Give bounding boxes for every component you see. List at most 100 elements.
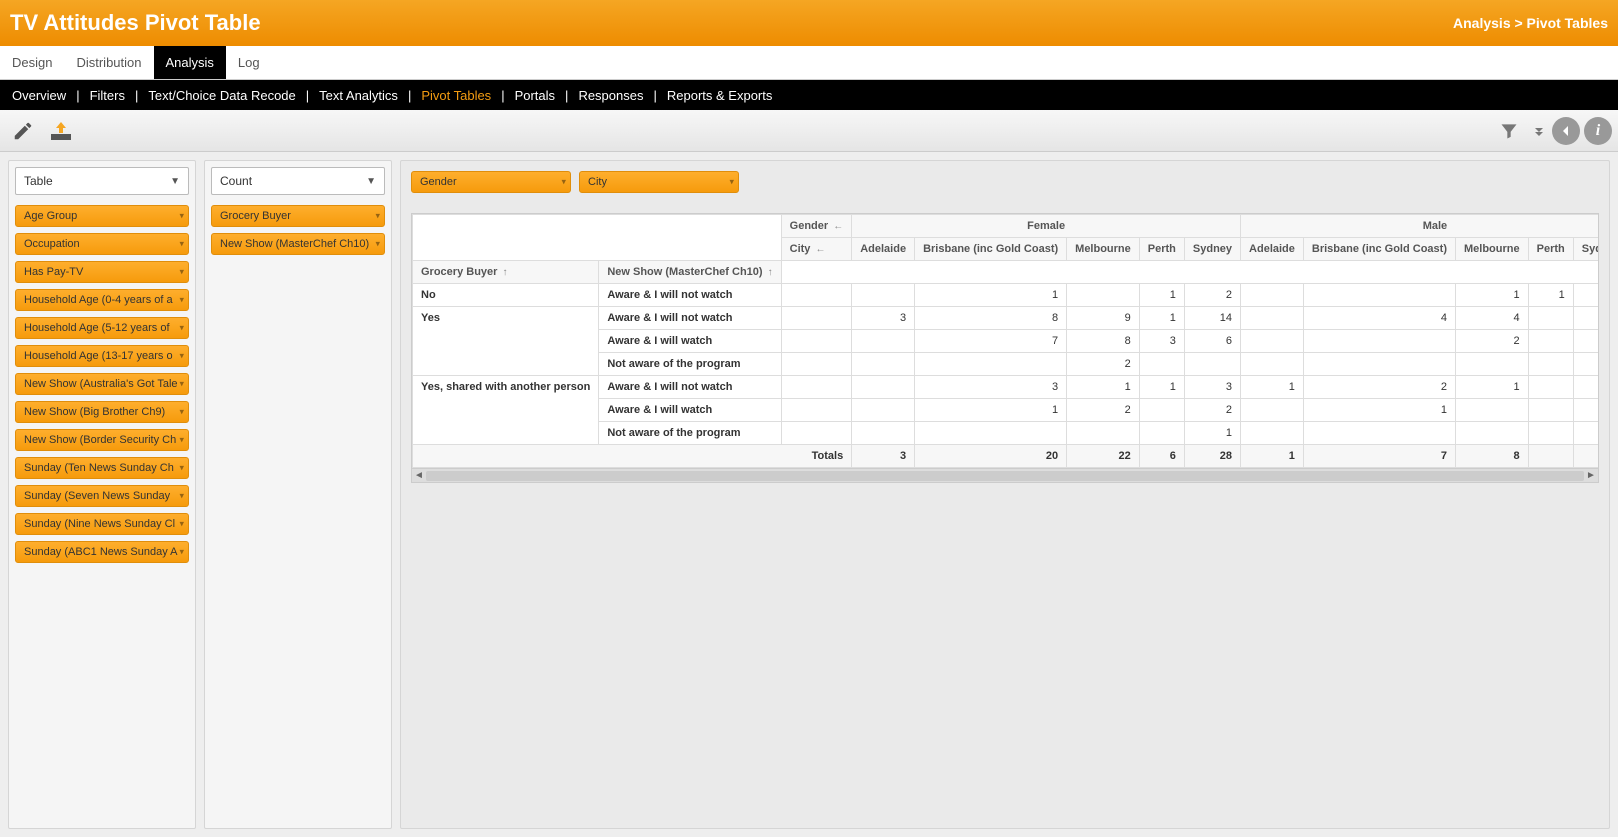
field-pill-row-0[interactable]: Grocery Buyer▾ (211, 205, 385, 227)
toolbar: i (0, 110, 1618, 152)
row-dim-grocery[interactable]: Grocery Buyer ↑ (413, 261, 599, 284)
data-cell (1303, 284, 1455, 307)
data-cell: 2 (1184, 399, 1240, 422)
data-cell (1139, 399, 1184, 422)
show-cell: Aware & I will not watch (599, 307, 781, 330)
subnav-responses[interactable]: Responses (574, 88, 647, 103)
field-pill-label: City (588, 176, 607, 188)
subnav-pivot-tables[interactable]: Pivot Tables (417, 88, 495, 103)
field-pill-label: Grocery Buyer (220, 210, 291, 222)
col-dim-city[interactable]: City ← (781, 238, 852, 261)
top-tab-design[interactable]: Design (0, 46, 64, 79)
gender-header[interactable]: Male (1241, 215, 1599, 238)
scroll-right-icon[interactable]: ► (1584, 470, 1598, 481)
chevron-down-icon: ▾ (375, 239, 380, 250)
city-header[interactable]: Brisbane (inc Gold Coast) (915, 238, 1067, 261)
field-pill-avail-11[interactable]: Sunday (Nine News Sunday Cl▾ (15, 513, 189, 535)
subnav-filters[interactable]: Filters (86, 88, 129, 103)
city-header[interactable]: Melbourne (1067, 238, 1140, 261)
data-cell (1528, 307, 1573, 330)
data-cell (1139, 353, 1184, 376)
edit-icon[interactable] (6, 114, 40, 148)
view-mode-select[interactable]: Table ▼ (15, 167, 189, 195)
horizontal-scrollbar[interactable]: ◄ ► (411, 469, 1599, 483)
data-cell: 3 (1184, 376, 1240, 399)
field-pill-label: Sunday (Nine News Sunday Cl (24, 518, 175, 530)
data-cell (852, 353, 915, 376)
field-pill-row-1[interactable]: New Show (MasterChef Ch10)▾ (211, 233, 385, 255)
city-header[interactable]: Brisbane (inc Gold Coast) (1303, 238, 1455, 261)
col-total: 28 (1184, 445, 1240, 468)
chevron-down-icon: ▾ (729, 177, 734, 188)
measure-select[interactable]: Count ▼ (211, 167, 385, 195)
city-header[interactable]: Sydney (1573, 238, 1599, 261)
data-cell: 1 (1455, 376, 1528, 399)
grocery-cell: Yes, shared with another person (413, 376, 599, 445)
data-cell: 1 (1139, 307, 1184, 330)
page-title: TV Attitudes Pivot Table (10, 10, 261, 36)
top-tab-log[interactable]: Log (226, 46, 272, 79)
field-pill-avail-3[interactable]: Household Age (0-4 years of a ▾ (15, 289, 189, 311)
scroll-left-icon[interactable]: ◄ (412, 470, 426, 481)
field-pill-avail-9[interactable]: Sunday (Ten News Sunday Ch▾ (15, 457, 189, 479)
data-cell: 1 (1241, 376, 1304, 399)
chevron-down-icon: ▾ (179, 239, 184, 250)
chevron-down-icon: ▾ (179, 407, 184, 418)
subnav-overview[interactable]: Overview (8, 88, 70, 103)
city-header[interactable]: Sydney (1184, 238, 1240, 261)
top-tab-distribution[interactable]: Distribution (64, 46, 153, 79)
info-icon[interactable]: i (1584, 117, 1612, 145)
field-pill-avail-1[interactable]: Occupation▾ (15, 233, 189, 255)
data-cell (1528, 353, 1573, 376)
col-total: 20 (915, 445, 1067, 468)
field-pill-avail-2[interactable]: Has Pay-TV▾ (15, 261, 189, 283)
subnav-reports-exports[interactable]: Reports & Exports (663, 88, 777, 103)
field-pill-avail-8[interactable]: New Show (Border Security Ch▾ (15, 429, 189, 451)
field-pill-avail-4[interactable]: Household Age (5-12 years of▾ (15, 317, 189, 339)
filter-icon[interactable] (1492, 114, 1526, 148)
data-cell: 8 (1067, 330, 1140, 353)
field-pill-avail-12[interactable]: Sunday (ABC1 News Sunday A▾ (15, 541, 189, 563)
data-cell (852, 399, 915, 422)
row-dim-show[interactable]: New Show (MasterChef Ch10) ↑ (599, 261, 781, 284)
field-pill-col-0[interactable]: Gender▾ (411, 171, 571, 193)
chevron-down-icon: ▾ (179, 295, 184, 306)
data-cell: 1 (1528, 284, 1573, 307)
data-cell (1241, 353, 1304, 376)
field-pill-avail-0[interactable]: Age Group▾ (15, 205, 189, 227)
header-bar: TV Attitudes Pivot Table Analysis > Pivo… (0, 0, 1618, 46)
field-pill-avail-5[interactable]: Household Age (13-17 years o▾ (15, 345, 189, 367)
field-pill-avail-6[interactable]: New Show (Australia's Got Tale▾ (15, 373, 189, 395)
back-icon[interactable] (1552, 117, 1580, 145)
totals-row: Totals3202262817813108 (413, 445, 1600, 468)
chevron-down-icon[interactable] (1530, 114, 1548, 148)
city-header[interactable]: Perth (1139, 238, 1184, 261)
subnav-portals[interactable]: Portals (511, 88, 559, 103)
top-tab-analysis[interactable]: Analysis (154, 46, 226, 79)
city-header[interactable]: Adelaide (852, 238, 915, 261)
field-pill-avail-10[interactable]: Sunday (Seven News Sunday ▾ (15, 485, 189, 507)
data-cell (1184, 353, 1240, 376)
table-row: Yes, shared with another personAware & I… (413, 376, 1600, 399)
field-pill-label: Household Age (0-4 years of a (24, 294, 173, 306)
col-total: 1 (1241, 445, 1304, 468)
show-cell: Not aware of the program (599, 353, 781, 376)
chevron-down-icon: ▾ (179, 491, 184, 502)
col-total: 8 (1455, 445, 1528, 468)
field-pill-avail-7[interactable]: New Show (Big Brother Ch9)▾ (15, 401, 189, 423)
data-cell (1067, 422, 1140, 445)
city-header[interactable]: Perth (1528, 238, 1573, 261)
gender-header[interactable]: Female (852, 215, 1241, 238)
data-cell: 1 (1455, 284, 1528, 307)
city-header[interactable]: Adelaide (1241, 238, 1304, 261)
data-cell: 6 (1184, 330, 1240, 353)
city-header[interactable]: Melbourne (1455, 238, 1528, 261)
subnav-text-choice-data-recode[interactable]: Text/Choice Data Recode (144, 88, 299, 103)
field-pill-col-1[interactable]: City ▾ (579, 171, 739, 193)
col-dim-gender[interactable]: Gender ← (781, 215, 852, 238)
field-pill-label: Sunday (Seven News Sunday (24, 490, 170, 502)
subnav-text-analytics[interactable]: Text Analytics (315, 88, 402, 103)
data-cell: 2 (1303, 376, 1455, 399)
data-cell (1528, 422, 1573, 445)
export-icon[interactable] (44, 114, 78, 148)
